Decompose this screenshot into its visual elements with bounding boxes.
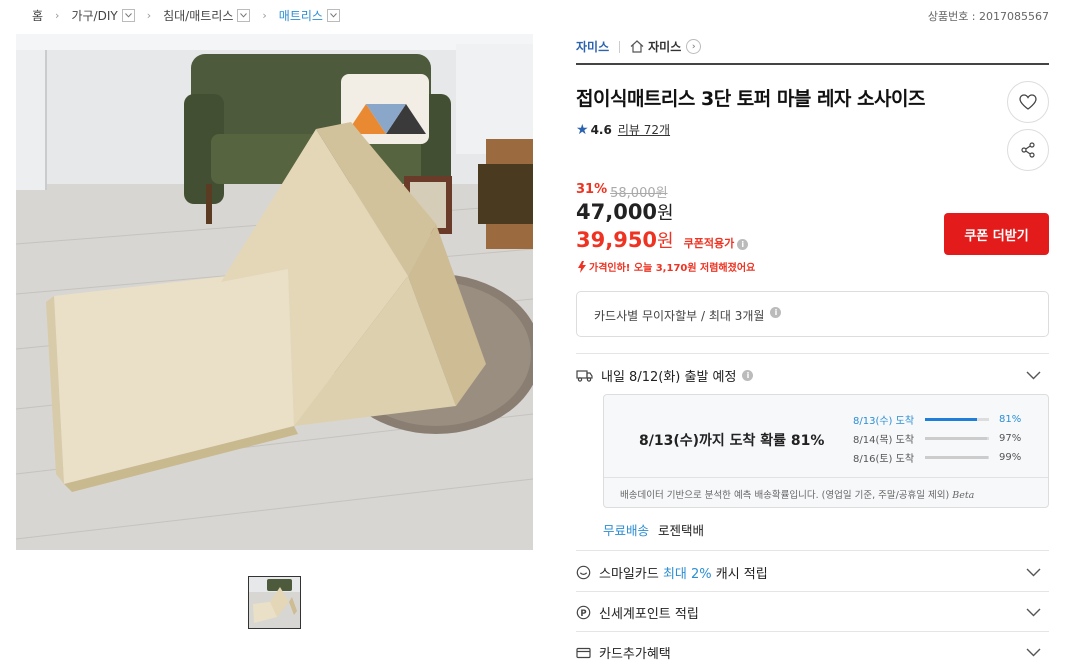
brand-row: 자미스 자미스 ›: [576, 38, 702, 55]
star-icon: ★: [576, 121, 589, 138]
shipping-type: 무료배송 로젠택배: [603, 520, 704, 539]
credit-card-icon: [576, 647, 591, 658]
prediction-row: 8/16(토) 도착 99%: [853, 452, 1022, 465]
more-coupon-button[interactable]: 쿠폰 더받기: [944, 213, 1049, 255]
delivery-headline: 8/13(수)까지 도착 확률 81%: [639, 433, 825, 449]
breadcrumb-mattress[interactable]: 매트리스: [279, 7, 340, 24]
info-icon[interactable]: i: [742, 370, 754, 381]
divider: [576, 353, 1049, 354]
rating: ★ 4.6 리뷰 72개: [576, 121, 670, 138]
departure-text: 내일 8/12(화) 출발 예정: [601, 370, 737, 385]
delivery-prediction-box: 8/13(수)까지 도착 확률 81% 8/13(수) 도착 81% 8/14(…: [603, 394, 1049, 508]
wishlist-button[interactable]: [1007, 81, 1049, 123]
info-icon[interactable]: i: [770, 307, 782, 318]
chevron-down-icon[interactable]: [237, 9, 251, 22]
shipping-row[interactable]: 내일 8/12(화) 출발 예정 i: [576, 366, 1049, 385]
breadcrumb-home[interactable]: 홈: [32, 7, 43, 24]
breadcrumb-separator: ›: [55, 9, 60, 22]
delivery-note: 배송데이터 기반으로 분석한 예측 배송확률입니다. (영업일 기준, 주말/공…: [620, 490, 975, 501]
share-icon: [1021, 142, 1035, 158]
delivery-prediction-list: 8/13(수) 도착 81% 8/14(목) 도착 97% 8/16(토) 도착…: [853, 410, 1021, 467]
rating-score: 4.6: [590, 122, 612, 137]
share-button[interactable]: [1007, 129, 1049, 171]
arrow-down-icon: [578, 260, 586, 273]
breadcrumb-separator: ›: [262, 9, 267, 22]
truck-icon: [576, 370, 593, 382]
point-icon: P: [576, 605, 591, 620]
shinsegae-point-text: 신세계포인트 적립: [599, 607, 699, 622]
chevron-down-icon[interactable]: [1026, 371, 1041, 380]
divider: [604, 477, 1048, 478]
probability-bar: [925, 437, 989, 440]
product-thumbnail[interactable]: [248, 576, 301, 629]
brand-link[interactable]: 자미스: [576, 38, 609, 55]
breadcrumb-separator: ›: [146, 9, 152, 22]
review-link[interactable]: 리뷰 72개: [618, 121, 670, 138]
divider: [576, 63, 1049, 65]
shinsegae-point-row[interactable]: P 신세계포인트 적립: [576, 603, 1049, 622]
heart-icon: [1019, 94, 1037, 110]
product-info-panel: 자미스 자미스 › 접이식매트리스 3단 토퍼 마블 레자 소사이즈 ★ 4.6…: [576, 0, 1049, 660]
price-drop-notice: 가격인하! 오늘 3,170원 저렴해졌어요: [576, 259, 755, 274]
divider: [576, 591, 1049, 592]
breadcrumb: 홈 › 가구/DIY › 침대/매트리스 › 매트리스: [32, 7, 340, 24]
card-benefit-row[interactable]: 카드추가혜택: [576, 643, 1049, 660]
smile-card-text: 스마일카드 최대 2% 캐시 적립: [599, 567, 768, 582]
beta-label: Beta: [952, 490, 975, 501]
smile-card-row[interactable]: 스마일카드 최대 2% 캐시 적립: [576, 563, 1049, 582]
brand-shop-link[interactable]: 자미스 ›: [630, 38, 702, 55]
info-icon[interactable]: i: [737, 239, 749, 250]
chevron-down-icon[interactable]: [1026, 608, 1041, 617]
prediction-row: 8/13(수) 도착 81%: [853, 414, 1022, 427]
divider: [576, 550, 1049, 551]
chevron-down-icon[interactable]: [326, 9, 340, 22]
coupon-price-label: 쿠폰적용가: [683, 237, 735, 250]
divider: [619, 40, 621, 53]
home-icon: [630, 40, 644, 53]
product-title: 접이식매트리스 3단 토퍼 마블 레자 소사이즈: [576, 88, 925, 110]
sale-price: 47,000원: [576, 200, 674, 224]
chevron-down-icon[interactable]: [1026, 648, 1041, 657]
chevron-down-icon[interactable]: [121, 9, 135, 22]
card-installment-box[interactable]: 카드사별 무이자할부 / 최대 3개월 i: [576, 291, 1049, 337]
breadcrumb-bed-mattress[interactable]: 침대/매트리스: [163, 7, 251, 24]
divider: [576, 631, 1049, 632]
probability-bar: [925, 456, 989, 459]
main-product-image[interactable]: [16, 34, 533, 550]
probability-bar: [925, 418, 989, 421]
chevron-down-icon[interactable]: [1026, 568, 1041, 577]
carrier-label: 로젠택배: [658, 523, 705, 538]
chevron-right-icon[interactable]: ›: [686, 39, 702, 54]
smile-icon: [576, 565, 591, 580]
prediction-row: 8/14(목) 도착 97%: [853, 433, 1022, 446]
coupon-price: 39,950 원 쿠폰적용가 i: [576, 227, 749, 253]
breadcrumb-furniture[interactable]: 가구/DIY: [71, 7, 135, 24]
free-shipping-label: 무료배송: [603, 523, 650, 538]
card-benefit-text: 카드추가혜택: [599, 647, 671, 660]
svg-text:P: P: [580, 609, 586, 619]
